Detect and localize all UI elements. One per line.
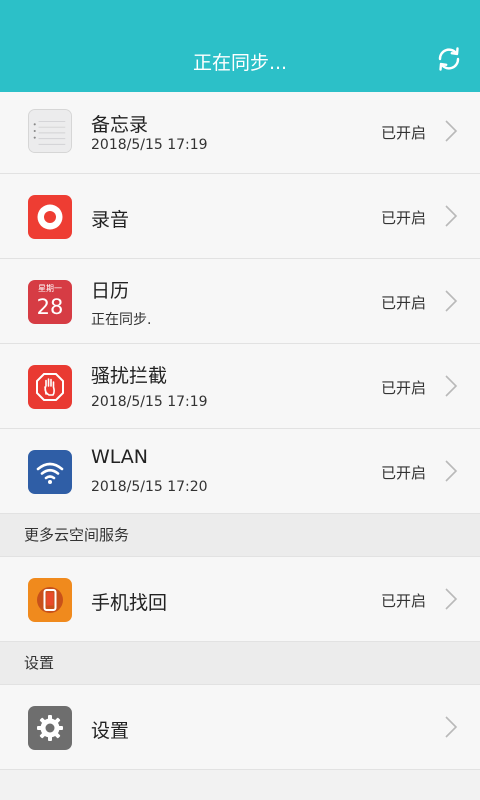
calendar-icon: 星期一 28 — [28, 280, 72, 324]
chevron-right-icon — [445, 290, 458, 312]
item-title: 骚扰拦截 — [91, 365, 168, 387]
item-subtitle: 2018/5/15 17:19 — [91, 137, 208, 153]
item-title: 日历 — [91, 280, 130, 302]
sync-icon — [438, 47, 460, 71]
chevron-right-icon — [445, 375, 458, 397]
sync-button[interactable] — [434, 44, 464, 74]
header-bar: 正在同步... — [0, 0, 480, 92]
status-label: 已开启 — [380, 124, 426, 142]
list-item-block[interactable]: 骚扰拦截 2018/5/15 17:19 已开启 — [0, 344, 480, 429]
list-item-recorder[interactable]: 录音 已开启 — [0, 174, 480, 259]
calendar-weekday: 星期一 — [38, 284, 62, 293]
block-icon — [28, 365, 72, 409]
item-subtitle: 正在同步. — [91, 312, 152, 328]
item-title: 录音 — [91, 209, 130, 231]
item-title: 设置 — [91, 720, 130, 742]
notes-icon — [28, 109, 72, 153]
list-item-notes[interactable]: 备忘录 2018/5/15 17:19 已开启 — [0, 92, 480, 174]
status-label: 已开启 — [380, 464, 426, 482]
gear-icon — [28, 706, 72, 750]
item-title: 手机找回 — [91, 592, 168, 614]
item-title: WLAN — [91, 446, 149, 468]
section-header-more-services: 更多云空间服务 — [0, 514, 480, 557]
item-subtitle: 2018/5/15 17:19 — [91, 394, 208, 410]
section-header-settings: 设置 — [0, 642, 480, 685]
chevron-right-icon — [445, 205, 458, 227]
recorder-icon — [28, 195, 72, 239]
calendar-day: 28 — [36, 295, 64, 319]
item-subtitle: 2018/5/15 17:20 — [91, 479, 208, 495]
list-item-settings[interactable]: 设置 — [0, 685, 480, 770]
chevron-right-icon — [445, 588, 458, 610]
status-label: 已开启 — [380, 379, 426, 397]
page-title: 正在同步... — [192, 52, 288, 74]
list-item-wlan[interactable]: WLAN 2018/5/15 17:20 已开启 — [0, 429, 480, 514]
chevron-right-icon — [445, 460, 458, 482]
status-label: 已开启 — [380, 592, 426, 610]
list-item-find-phone[interactable]: 手机找回 已开启 — [0, 557, 480, 642]
item-title: 备忘录 — [91, 114, 149, 136]
wifi-icon — [28, 450, 72, 494]
phone-find-icon — [28, 578, 72, 622]
chevron-right-icon — [445, 120, 458, 142]
list-item-calendar[interactable]: 星期一 28 日历 正在同步. 已开启 — [0, 259, 480, 344]
chevron-right-icon — [445, 716, 458, 738]
status-label: 已开启 — [380, 294, 426, 312]
status-label: 已开启 — [380, 209, 426, 227]
